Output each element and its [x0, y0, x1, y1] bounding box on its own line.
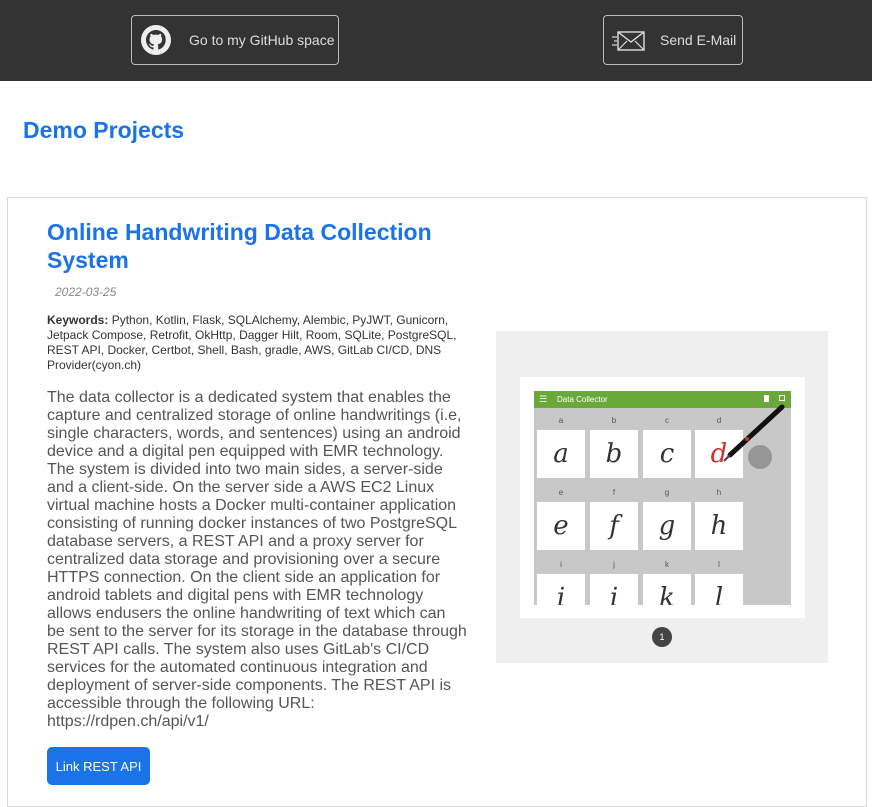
project-keywords: Keywords: Python, Kotlin, Flask, SQLAlch…: [47, 313, 457, 373]
keywords-list: Python, Kotlin, Flask, SQLAlchemy, Alemb…: [47, 313, 457, 372]
image-carousel[interactable]: ☰ Data Collector aabbccddeeffgghhiijikkl…: [496, 331, 828, 663]
digital-pen-icon: [723, 404, 785, 469]
keywords-label: Keywords:: [47, 313, 109, 327]
send-email-button[interactable]: Send E-Mail: [603, 15, 743, 65]
github-button[interactable]: Go to my GitHub space: [131, 15, 339, 65]
carousel-page-indicator[interactable]: 1: [652, 627, 672, 647]
project-description: The data collector is a dedicated system…: [47, 389, 467, 730]
project-title[interactable]: Online Handwriting Data Collection Syste…: [47, 218, 467, 274]
link-rest-api-button[interactable]: Link REST API: [47, 747, 150, 785]
app-screenshot: ☰ Data Collector aabbccddeeffgghhiijikkl…: [534, 391, 791, 605]
project-date: 2022-03-25: [55, 285, 117, 299]
send-email-label: Send E-Mail: [660, 32, 737, 48]
carousel-slide: ☰ Data Collector aabbccddeeffgghhiijikkl…: [520, 377, 805, 618]
envelope-icon: [612, 31, 645, 51]
top-bar: Go to my GitHub space Send E-Mail: [0, 0, 872, 81]
section-title: Demo Projects: [23, 117, 185, 143]
github-button-label: Go to my GitHub space: [189, 32, 335, 48]
github-icon: [141, 25, 171, 55]
